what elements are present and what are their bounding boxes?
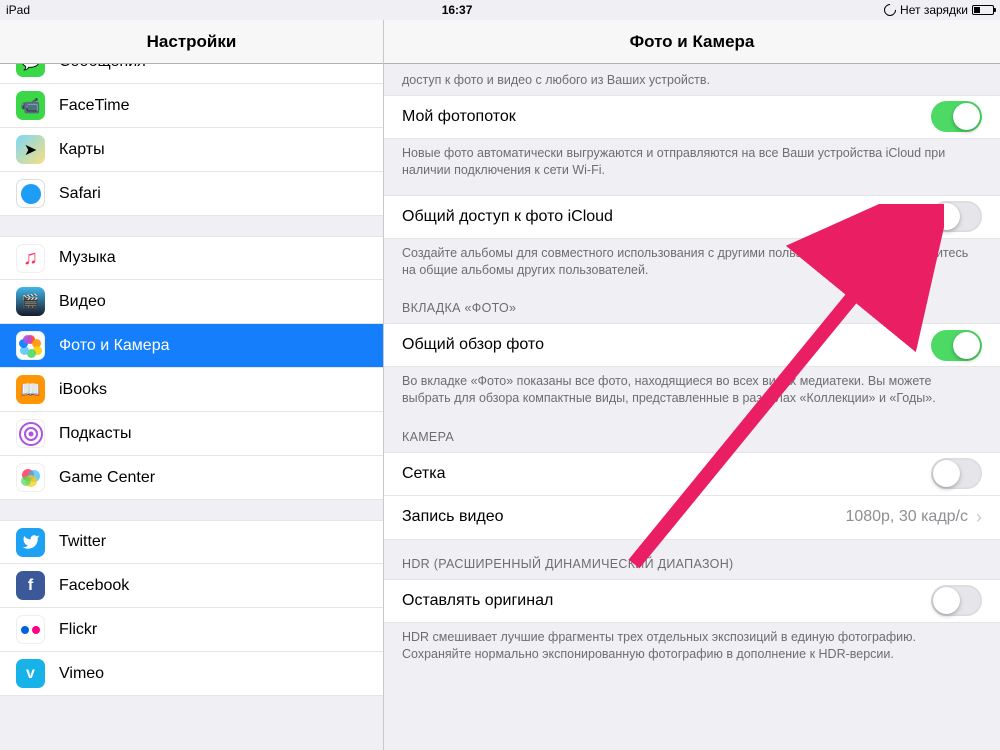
hdr-header: HDR (РАСШИРЕННЫЙ ДИНАМИЧЕСКИЙ ДИАПАЗОН)	[384, 540, 1000, 579]
my-photostream-row[interactable]: Мой фотопоток	[384, 95, 1000, 139]
safari-icon	[16, 179, 45, 208]
icloud-sharing-footer: Создайте альбомы для совместного использ…	[384, 239, 1000, 285]
icloud-library-footer-truncated: доступ к фото и видео с любого из Ваших …	[384, 64, 1000, 95]
record-video-label: Запись видео	[402, 508, 845, 526]
messages-icon: 💬	[16, 64, 45, 77]
sidebar-item-label: Facebook	[59, 577, 129, 595]
keep-original-toggle[interactable]	[931, 585, 982, 616]
sidebar-item-maps[interactable]: ➤ Карты	[0, 128, 383, 172]
sidebar-item-podcasts[interactable]: Подкасты	[0, 412, 383, 456]
content-body[interactable]: доступ к фото и видео с любого из Ваших …	[384, 64, 1000, 750]
grid-label: Сетка	[402, 465, 931, 483]
record-video-row[interactable]: Запись видео 1080p, 30 кадр/с ›	[384, 496, 1000, 540]
my-photostream-toggle[interactable]	[931, 101, 982, 132]
icloud-sharing-toggle[interactable]	[931, 201, 982, 232]
gamecenter-icon	[16, 463, 45, 492]
my-photostream-footer: Новые фото автоматически выгружаются и о…	[384, 139, 1000, 185]
sidebar-item-video[interactable]: 🎬 Видео	[0, 280, 383, 324]
flickr-icon	[16, 615, 45, 644]
content-title: Фото и Камера	[384, 20, 1000, 64]
sidebar-item-label: Фото и Камера	[59, 337, 170, 355]
sidebar-item-photos[interactable]: Фото и Камера	[0, 324, 383, 368]
icloud-sharing-label: Общий доступ к фото iCloud	[402, 208, 931, 226]
facebook-icon: f	[16, 571, 45, 600]
photos-icon	[16, 331, 45, 360]
keep-original-label: Оставлять оригинал	[402, 592, 931, 610]
sidebar-item-facebook[interactable]: f Facebook	[0, 564, 383, 608]
sidebar-item-label: Видео	[59, 293, 106, 311]
sidebar-item-ibooks[interactable]: 📖 iBooks	[0, 368, 383, 412]
photos-tab-header: ВКЛАДКА «ФОТО»	[384, 284, 1000, 323]
content-pane: Фото и Камера доступ к фото и видео с лю…	[384, 20, 1000, 750]
maps-icon: ➤	[16, 135, 45, 164]
sidebar-item-label: iBooks	[59, 381, 107, 399]
status-time: 16:37	[30, 3, 884, 17]
sidebar-item-label: Сообщения	[59, 64, 146, 71]
summarize-photos-row[interactable]: Общий обзор фото	[384, 323, 1000, 367]
sidebar-item-label: Flickr	[59, 621, 97, 639]
sidebar-list[interactable]: 💬 Сообщения 📹 FaceTime ➤ Карты Safari ♫ Музыка 🎬 В…	[0, 64, 383, 750]
ibooks-icon: 📖	[16, 375, 45, 404]
sidebar-item-gamecenter[interactable]: Game Center	[0, 456, 383, 500]
keep-original-row[interactable]: Оставлять оригинал	[384, 579, 1000, 623]
settings-sidebar: Настройки 💬 Сообщения 📹 FaceTime ➤ Карты Safar…	[0, 20, 384, 750]
status-bar: iPad 16:37 Нет зарядки	[0, 0, 1000, 20]
chevron-right-icon: ›	[976, 507, 982, 528]
sidebar-item-facetime[interactable]: 📹 FaceTime	[0, 84, 383, 128]
sidebar-item-messages[interactable]: 💬 Сообщения	[0, 64, 383, 84]
music-icon: ♫	[16, 244, 45, 273]
podcasts-icon	[16, 419, 45, 448]
twitter-icon	[16, 528, 45, 557]
summarize-photos-label: Общий обзор фото	[402, 336, 931, 354]
sidebar-item-twitter[interactable]: Twitter	[0, 520, 383, 564]
sidebar-item-label: Подкасты	[59, 425, 131, 443]
sidebar-item-label: Twitter	[59, 533, 106, 551]
sidebar-title: Настройки	[0, 20, 383, 64]
hdr-footer: HDR смешивает лучшие фрагменты трех отде…	[384, 623, 1000, 669]
my-photostream-label: Мой фотопоток	[402, 108, 931, 126]
sidebar-item-vimeo[interactable]: v Vimeo	[0, 652, 383, 696]
sidebar-item-label: Safari	[59, 185, 101, 203]
summarize-photos-footer: Во вкладке «Фото» показаны все фото, нах…	[384, 367, 1000, 413]
facetime-icon: 📹	[16, 91, 45, 120]
sync-icon	[882, 2, 899, 19]
sidebar-item-label: Музыка	[59, 249, 116, 267]
sidebar-item-flickr[interactable]: Flickr	[0, 608, 383, 652]
summarize-photos-toggle[interactable]	[931, 330, 982, 361]
sidebar-item-label: FaceTime	[59, 97, 130, 115]
status-charging: Нет зарядки	[900, 3, 968, 17]
camera-header: КАМЕРА	[384, 413, 1000, 452]
sidebar-item-label: Vimeo	[59, 665, 104, 683]
sidebar-item-label: Game Center	[59, 469, 155, 487]
icloud-sharing-row[interactable]: Общий доступ к фото iCloud	[384, 195, 1000, 239]
sidebar-item-music[interactable]: ♫ Музыка	[0, 236, 383, 280]
battery-icon	[972, 5, 994, 15]
sidebar-item-label: Карты	[59, 141, 105, 159]
sidebar-item-safari[interactable]: Safari	[0, 172, 383, 216]
grid-toggle[interactable]	[931, 458, 982, 489]
video-icon: 🎬	[16, 287, 45, 316]
grid-row[interactable]: Сетка	[384, 452, 1000, 496]
record-video-value: 1080p, 30 кадр/с	[845, 508, 968, 526]
status-device: iPad	[6, 3, 30, 17]
vimeo-icon: v	[16, 659, 45, 688]
